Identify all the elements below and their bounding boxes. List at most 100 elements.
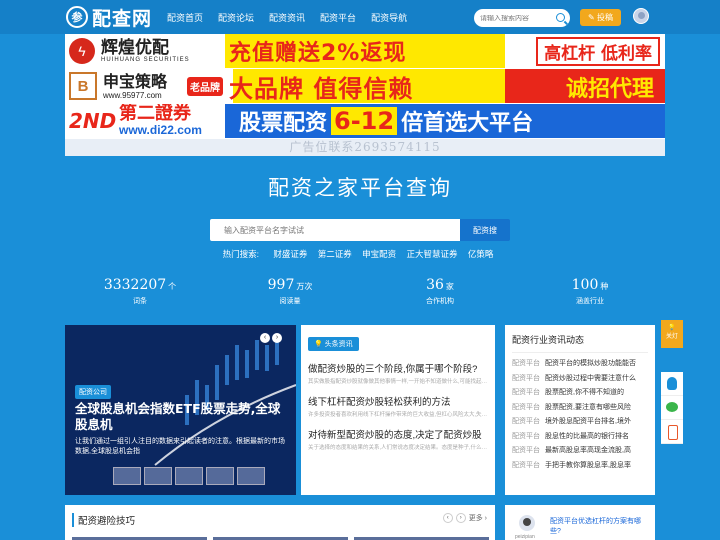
second-securities-logo-icon: 2ND [69,109,117,133]
nav-news[interactable]: 配资资讯 [269,11,305,24]
stat-label: 词条 [133,298,147,305]
stat-number: 997 [267,277,295,293]
nav-platform[interactable]: 配资平台 [320,11,356,24]
row-title[interactable]: 股息性的比最高的银行排名 [545,433,629,440]
hot-link[interactable]: 财盛证券 [273,249,307,259]
stat-number: 36 [426,277,444,293]
question-link[interactable]: 配资平台优选杠杆的方案有哪些? [550,517,648,537]
main-nav: 配资首页 配资论坛 配资资讯 配资平台 配资导航 [167,0,422,34]
qq-icon[interactable] [661,372,683,396]
thumbnail[interactable] [237,467,265,485]
row-prefix: 配资平台 [512,360,540,367]
chevron-left-icon[interactable]: ‹ [260,333,270,343]
hot-link[interactable]: 申宝配资 [362,249,396,259]
row-prefix: 配资平台 [512,374,540,382]
user-avatar[interactable] [633,8,649,24]
phone-icon[interactable] [661,420,683,444]
nav-home[interactable]: 配资首页 [167,11,203,24]
site-logo[interactable]: 参 配查网 [66,5,152,30]
hot-link[interactable]: 正大智慧证券 [407,249,458,259]
stat-unit: 个 [168,282,177,291]
news-title[interactable]: 对待新型配资炒股的态度,决定了配资炒股 [308,427,488,441]
featured-carousel[interactable]: ‹ › 配资公司 全球股息机会指数ETF股票走势,全球股息机 让我们通过一组引人… [65,325,296,495]
row-title[interactable]: 配资平台的模拟炒股功能能否 [545,360,636,367]
stat-number: 3332207 [103,277,167,293]
news-title[interactable]: 做配资炒股的三个阶段,你属于哪个阶段? [308,361,488,375]
platform-search-input[interactable] [210,219,460,241]
list-item[interactable]: 配资平台 配资炒股过程中需要注意什么 [512,372,648,387]
list-item[interactable]: 配资平台 最新高股息率高现金流股,高 [512,444,648,459]
wechat-icon[interactable] [661,396,683,420]
list-item[interactable]: 配资平台 股票配资,你不得不知道的 [512,386,648,401]
list-item[interactable]: 对待新型配资炒股的态度,决定了配资炒股 关于选择的态度和结果的关系,人们常说态度… [308,427,488,452]
carousel-description: 让我们通过一组引人注目的数据来引起读者的注意。根据最新的市场数据,全球股息机会指 [75,438,285,455]
list-item[interactable]: 做配资炒股的三个阶段,你属于哪个阶段? 其实做股指配资炒股就像做其他事情一样,一… [308,361,488,386]
carousel-title[interactable]: 全球股息机会指数ETF股票走势,全球股息机 [75,401,285,433]
lightning-icon: ϟ [69,38,95,64]
ad-brand-name: 第二證券 [119,104,191,124]
more-link[interactable]: 更多 [469,513,483,523]
hot-link[interactable]: 第二证券 [318,249,352,259]
carousel-category-tag[interactable]: 配资公司 [75,385,111,399]
row-prefix: 配资平台 [512,418,540,425]
post-button[interactable]: ✎ 投稿 [580,9,621,26]
news-title[interactable]: 线下杠杆配资炒股轻松获利的方法 [308,394,488,408]
thumbnail[interactable] [144,467,172,485]
ad-url: www.95977.com [103,90,162,100]
stat-unit: 种 [600,282,609,291]
risk-tips-section: 配资避险技巧 ‹ › 更多 › [65,505,495,540]
platform-search-button[interactable]: 配资搜 [460,219,510,241]
industry-news: 配资行业资讯动态 配资平台 配资平台的模拟炒股功能能否 配资平台 配资炒股过程中需要… [505,325,655,495]
stat-industries: 100 种 涵盖行业 [515,276,665,306]
news-desc: 其实做股指配资炒股就像做其他事情一样,一开始不知道做什么,可能找起来很辛苦。然 [308,379,488,385]
ad-banner-di22[interactable]: 2ND 第二證券 www.di22.com 股票配资 6-12 倍首选大平台 [65,104,665,139]
ad-slogan-part: 股票配资 [239,111,328,136]
headline-news: 💡 头条资讯 做配资炒股的三个阶段,你属于哪个阶段? 其实做股指配资炒股就像做其… [301,325,495,495]
thumbnail[interactable] [206,467,234,485]
thumbnail[interactable] [113,467,141,485]
list-item[interactable]: 配资平台 股票配资,要注意有哪些风险 [512,401,648,416]
search-icon[interactable] [556,13,565,22]
row-title[interactable]: 股票配资,要注意有哪些风险 [545,404,631,411]
ad-slogan: 股票配资 6-12 倍首选大平台 [225,105,533,138]
row-prefix: 配资平台 [512,403,540,411]
list-item[interactable]: 配资平台 配资平台的模拟炒股功能能否 [512,357,648,372]
logo-mark-icon: 参 [66,6,88,28]
tab-headline-news[interactable]: 💡 头条资讯 [308,337,359,351]
ad-contact: 广告位联系2693574115 [65,139,665,156]
list-item[interactable]: 配资平台 手把手教你算股息率,股息率 [512,459,648,474]
stat-entries: 3332207 个 词条 [65,276,215,306]
ad-logo: ϟ 辉煌优配 HUIHUANG SECURITIES [65,35,225,68]
ad-logo: B 申宝策略 www.95977.com 老品牌 [65,70,225,103]
ad-brand-name: 申宝策略 [103,71,168,91]
page-title: 配资之家平台查询 [268,176,452,200]
list-item[interactable]: 配资平台 境外股息配资平台排名,境外 [512,415,648,430]
stat-number: 100 [571,277,599,293]
row-title[interactable]: 手把手教你算股息率,股息率 [545,462,631,469]
chevron-left-icon[interactable]: ‹ [442,513,453,523]
list-item[interactable]: 线下杠杆配资炒股轻松获利的方法 许多投资投者喜欢利用线下杠杆操作带来的巨大收益,… [308,394,488,419]
ad-badge: 老品牌 [187,77,223,96]
avatar[interactable] [519,515,535,531]
row-title[interactable]: 境外股息配资平台排名,境外 [545,418,631,425]
lights-off-button[interactable]: 💡 关灯 [661,320,683,348]
thumbnail[interactable] [175,467,203,485]
ad-banner-huihuang[interactable]: ϟ 辉煌优配 HUIHUANG SECURITIES 充值赠送2%返现 高杠杆 … [65,34,665,69]
ad-banner-shenbao[interactable]: B 申宝策略 www.95977.com 老品牌 大品牌 值得信赖 诚招代理 [65,69,665,104]
row-title[interactable]: 最新高股息率高现金流股,高 [545,447,631,454]
ad-logo: 2ND 第二證券 www.di22.com [65,105,225,138]
chevron-right-icon[interactable]: › [455,513,466,523]
row-prefix: 配资平台 [512,447,540,454]
nav-directory[interactable]: 配资导航 [371,11,407,24]
hot-link[interactable]: 亿策略 [468,249,494,259]
user-name[interactable]: peizipian [515,534,535,540]
row-title[interactable]: 配资炒股过程中需要注意什么 [545,375,636,382]
list-item[interactable]: 配资平台 股息性的比最高的银行排名 [512,430,648,445]
header-search-input[interactable] [480,14,550,22]
news-desc: 许多投资投者喜欢利用线下杠杆操作带来的巨大收益,但杠心风险太大,失去许多杠杆操作… [308,412,488,418]
row-title[interactable]: 股票配资,你不得不知道的 [545,389,624,396]
stat-label: 合作机构 [426,298,454,305]
nav-forum[interactable]: 配资论坛 [218,11,254,24]
chevron-right-icon[interactable]: › [272,333,282,343]
ad-slogan: 大品牌 值得信赖 [229,74,414,103]
